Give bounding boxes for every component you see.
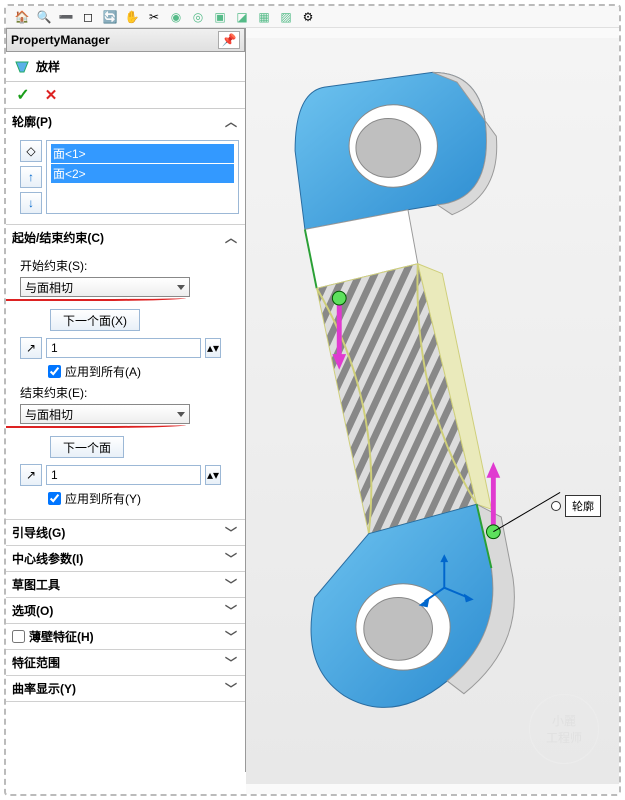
chevron-up-icon: ︿ [223, 113, 239, 130]
move-down-button[interactable]: ↓ [20, 192, 42, 214]
start-constraint-value: 与面相切 [25, 279, 73, 296]
profile-item[interactable]: 面<2> [51, 164, 234, 183]
sketch-tools-label: 草图工具 [12, 576, 60, 593]
feature-actions: ✓ ✕ [6, 82, 245, 109]
tb-zoom-in-icon[interactable]: 🔍 [34, 8, 54, 26]
tb-scene-icon[interactable]: ▨ [276, 8, 296, 26]
tb-shaded-icon[interactable]: ◉ [166, 8, 186, 26]
centerline-header[interactable]: 中心线参数(I) ﹀ [6, 546, 245, 571]
pm-pushpin-icon[interactable]: 📌 [218, 31, 240, 49]
end-constraint-combo[interactable]: 与面相切 [20, 404, 190, 424]
guide-curves-header[interactable]: 引导线(G) ﹀ [6, 520, 245, 545]
profiles-label: 轮廓(P) [12, 113, 52, 130]
tb-hidden-icon[interactable]: ◎ [188, 8, 208, 26]
options-label: 选项(O) [12, 602, 53, 619]
pm-title-bar: PropertyManager 📌 [6, 28, 245, 52]
model-view [246, 28, 619, 794]
tangent-length-icon[interactable]: ↗ [20, 337, 42, 359]
annotation-underline [6, 295, 186, 301]
chevron-down-icon: ﹀ [223, 524, 239, 541]
thin-feature-header[interactable]: 薄壁特征(H) ﹀ [6, 624, 245, 649]
apply-all-y-label: 应用到所有(Y) [65, 490, 141, 507]
spinner-buttons[interactable]: ▴▾ [205, 338, 221, 358]
apply-all-a-checkbox[interactable] [48, 365, 61, 378]
constraints-header[interactable]: 起始/结束约束(C) ︿ [6, 225, 245, 250]
annotation-underline [6, 422, 186, 428]
profile-callout[interactable]: 轮廓 [551, 495, 601, 517]
profiles-header[interactable]: 轮廓(P) ︿ [6, 109, 245, 134]
apply-all-a-label: 应用到所有(A) [65, 363, 141, 380]
chevron-down-icon [177, 412, 185, 417]
tb-shadow-icon[interactable]: ◪ [232, 8, 252, 26]
next-face-button[interactable]: 下一个面 [50, 436, 124, 458]
tb-wire-icon[interactable]: ▣ [210, 8, 230, 26]
property-manager-panel: PropertyManager 📌 放样 ✓ ✕ 轮廓(P) ︿ ◇ ↑ ↓ 面… [6, 28, 246, 772]
feature-scope-label: 特征范围 [12, 654, 60, 671]
tb-fit-icon[interactable]: ◻ [78, 8, 98, 26]
constraints-section: 起始/结束约束(C) ︿ 开始约束(S): 与面相切 下一个面(X) ↗ ▴▾ … [6, 225, 245, 520]
chevron-down-icon: ﹀ [223, 654, 239, 671]
tangent-length-2-input[interactable] [46, 465, 201, 485]
profile-select-icon[interactable]: ◇ [20, 140, 42, 162]
tb-persp-icon[interactable]: ▦ [254, 8, 274, 26]
tangent-length-1-input[interactable] [46, 338, 201, 358]
tb-home-icon[interactable]: 🏠 [12, 8, 32, 26]
watermark: 小麗 工程师 [529, 694, 599, 764]
constraints-label: 起始/结束约束(C) [12, 229, 104, 246]
start-constraint-label: 开始约束(S): [20, 257, 239, 274]
end-constraint-value: 与面相切 [25, 406, 73, 423]
callout-label: 轮廓 [565, 495, 601, 517]
tb-zoom-out-icon[interactable]: ➖ [56, 8, 76, 26]
loft-icon [14, 59, 30, 75]
chevron-down-icon: ﹀ [223, 628, 239, 645]
cancel-button[interactable]: ✕ [42, 86, 60, 104]
chevron-up-icon: ︿ [223, 229, 239, 246]
next-face-x-button[interactable]: 下一个面(X) [50, 309, 140, 331]
callout-handle-icon[interactable] [551, 501, 561, 511]
pm-title: PropertyManager [11, 33, 110, 47]
tb-settings-icon[interactable]: ⚙ [298, 8, 318, 26]
end-constraint-label: 结束约束(E): [20, 384, 239, 401]
view-toolbar: 🏠 🔍 ➖ ◻ 🔄 ✋ ✂ ◉ ◎ ▣ ◪ ▦ ▨ ⚙ [6, 6, 619, 28]
tb-pan-icon[interactable]: ✋ [122, 8, 142, 26]
apply-all-a-row[interactable]: 应用到所有(A) [48, 363, 239, 380]
centerline-label: 中心线参数(I) [12, 550, 83, 567]
chevron-down-icon [177, 285, 185, 290]
curvature-label: 曲率显示(Y) [12, 680, 76, 697]
thin-feature-label: 薄壁特征(H) [29, 628, 94, 645]
feature-scope-header[interactable]: 特征范围 ﹀ [6, 650, 245, 675]
chevron-down-icon: ﹀ [223, 576, 239, 593]
chevron-down-icon: ﹀ [223, 550, 239, 567]
thin-feature-checkbox[interactable] [12, 630, 25, 643]
feature-title-row: 放样 [6, 52, 245, 82]
spinner-buttons[interactable]: ▴▾ [205, 465, 221, 485]
apply-all-y-row[interactable]: 应用到所有(Y) [48, 490, 239, 507]
guide-curves-label: 引导线(G) [12, 524, 65, 541]
sketch-tools-header[interactable]: 草图工具 ﹀ [6, 572, 245, 597]
profiles-list[interactable]: 面<1> 面<2> [46, 140, 239, 214]
ok-button[interactable]: ✓ [14, 86, 32, 104]
chevron-down-icon: ﹀ [223, 602, 239, 619]
tb-section-icon[interactable]: ✂ [144, 8, 164, 26]
curvature-header[interactable]: 曲率显示(Y) ﹀ [6, 676, 245, 701]
profile-item[interactable]: 面<1> [51, 144, 234, 163]
options-header[interactable]: 选项(O) ﹀ [6, 598, 245, 623]
move-up-button[interactable]: ↑ [20, 166, 42, 188]
tangent-length-icon[interactable]: ↗ [20, 464, 42, 486]
apply-all-y-checkbox[interactable] [48, 492, 61, 505]
start-constraint-combo[interactable]: 与面相切 [20, 277, 190, 297]
tb-rotate-icon[interactable]: 🔄 [100, 8, 120, 26]
profiles-section: 轮廓(P) ︿ ◇ ↑ ↓ 面<1> 面<2> [6, 109, 245, 225]
graphics-viewport[interactable]: 轮廓 小麗 工程师 [246, 28, 619, 794]
feature-name: 放样 [36, 58, 60, 75]
chevron-down-icon: ﹀ [223, 680, 239, 697]
